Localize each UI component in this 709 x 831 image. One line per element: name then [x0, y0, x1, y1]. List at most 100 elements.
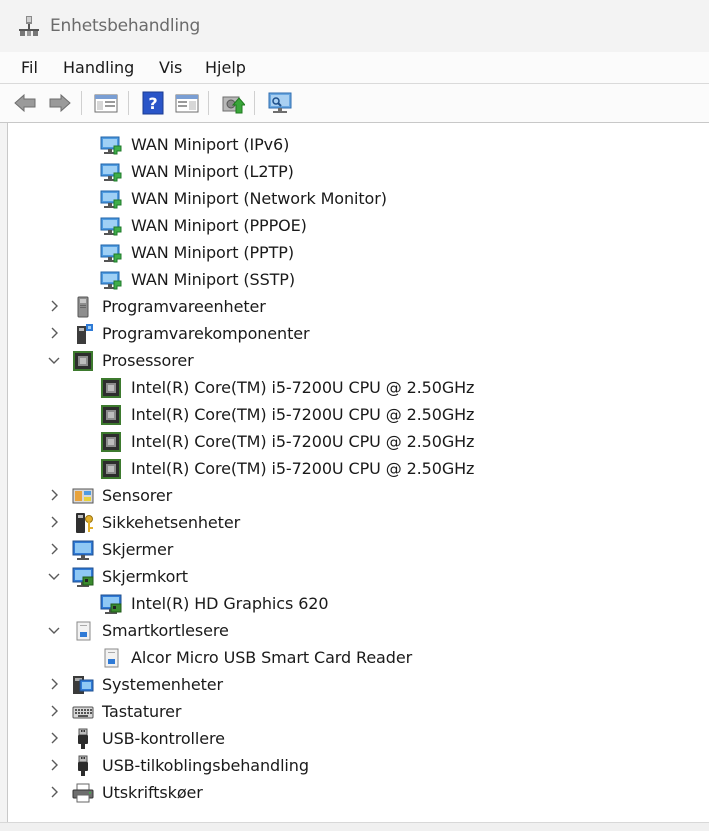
- show-hide-console-tree-button[interactable]: [92, 89, 120, 117]
- chevron-right-icon[interactable]: [46, 514, 62, 530]
- menu-bar: Fil Handling Vis Hjelp: [0, 52, 709, 84]
- toolbar-separator: [254, 91, 255, 115]
- tree-category-utskriftsk-er[interactable]: Utskriftskøer: [8, 779, 688, 806]
- tree-device-item[interactable]: WAN Miniport (PPPOE): [8, 212, 688, 239]
- properties-button[interactable]: [173, 89, 201, 117]
- toolbar: ?: [0, 84, 709, 123]
- usb-icon: [78, 755, 88, 776]
- display-adapter-icon: [72, 567, 94, 587]
- properties-icon: [175, 94, 199, 113]
- software-component-icon: [77, 324, 93, 344]
- tree-device-item[interactable]: Intel(R) Core(TM) i5-7200U CPU @ 2.50GHz: [8, 428, 688, 455]
- title-bar: Enhetsbehandling: [0, 0, 709, 52]
- menu-vis[interactable]: Vis: [159, 58, 182, 77]
- tree-item-label: WAN Miniport (L2TP): [131, 162, 294, 181]
- tree-item-label: Intel(R) Core(TM) i5-7200U CPU @ 2.50GHz: [131, 459, 475, 478]
- network-adapter-icon: [100, 136, 122, 155]
- monitor-icon: [72, 540, 94, 560]
- tree-item-label: USB-kontrollere: [102, 729, 225, 748]
- tree-category-prosessorer[interactable]: Prosessorer: [8, 347, 688, 374]
- network-adapter-icon: [100, 190, 122, 209]
- chevron-right-icon[interactable]: [46, 298, 62, 314]
- tree-category-usb-kontrollere[interactable]: USB-kontrollere: [8, 725, 688, 752]
- tree-category-sikkehetsenheter[interactable]: Sikkehetsenheter: [8, 509, 688, 536]
- tree-device-item[interactable]: WAN Miniport (L2TP): [8, 158, 688, 185]
- tree-item-label: WAN Miniport (IPv6): [131, 135, 290, 154]
- tree-item-label: WAN Miniport (PPTP): [131, 243, 294, 262]
- help-button[interactable]: ?: [139, 89, 167, 117]
- smart-card-reader-icon: [104, 648, 119, 668]
- chevron-right-icon[interactable]: [46, 784, 62, 800]
- tree-device-item[interactable]: Intel(R) HD Graphics 620: [8, 590, 688, 617]
- tree-item-label: USB-tilkoblingsbehandling: [102, 756, 309, 775]
- tree-device-item[interactable]: Intel(R) Core(TM) i5-7200U CPU @ 2.50GHz: [8, 455, 688, 482]
- toolbar-separator: [81, 91, 82, 115]
- chevron-right-icon[interactable]: [46, 325, 62, 341]
- chevron-right-icon[interactable]: [46, 541, 62, 557]
- tree-item-label: Sikkehetsenheter: [102, 513, 241, 532]
- update-driver-button[interactable]: [219, 89, 247, 117]
- tree-category-sensorer[interactable]: Sensorer: [8, 482, 688, 509]
- tree-item-label: Utskriftskøer: [102, 783, 203, 802]
- back-button[interactable]: [11, 89, 39, 117]
- window-title: Enhetsbehandling: [50, 16, 201, 36]
- tree-item-label: Skjermer: [102, 540, 174, 559]
- chevron-down-icon[interactable]: [46, 352, 62, 368]
- toolbar-separator: [208, 91, 209, 115]
- tree-item-label: Intel(R) Core(TM) i5-7200U CPU @ 2.50GHz: [131, 378, 475, 397]
- update-driver-icon: [222, 96, 245, 114]
- tree-item-label: Systemenheter: [102, 675, 224, 694]
- processor-icon: [101, 459, 121, 479]
- tree-category-programvarekomponenter[interactable]: Programvarekomponenter: [8, 320, 688, 347]
- software-device-icon: [77, 296, 89, 318]
- usb-icon: [78, 728, 88, 749]
- tree-category-programvareenheter[interactable]: Programvareenheter: [8, 293, 688, 320]
- tree-item-label: Smartkortlesere: [102, 621, 229, 640]
- network-adapter-icon: [100, 244, 122, 263]
- smart-card-reader-icon: [76, 621, 91, 641]
- scan-hardware-changes-button[interactable]: [266, 89, 294, 117]
- menu-fil[interactable]: Fil: [21, 58, 38, 77]
- device-tree[interactable]: WAN Miniport (IPv6) WAN Miniport (L2TP) WA…: [7, 123, 709, 822]
- sensor-icon: [72, 488, 94, 504]
- tree-category-skjermkort[interactable]: Skjermkort: [8, 563, 688, 590]
- tree-category-usb-tilkoblingsbehandling[interactable]: USB-tilkoblingsbehandling: [8, 752, 688, 779]
- back-arrow-icon: [14, 93, 36, 113]
- show-hide-console-tree-icon: [94, 94, 118, 113]
- tree-category-skjermer[interactable]: Skjermer: [8, 536, 688, 563]
- display-adapter-icon: [100, 594, 122, 614]
- tree-item-label: Programvarekomponenter: [102, 324, 310, 343]
- tree-category-tastaturer[interactable]: Tastaturer: [8, 698, 688, 725]
- tree-device-item[interactable]: Intel(R) Core(TM) i5-7200U CPU @ 2.50GHz: [8, 401, 688, 428]
- network-adapter-icon: [100, 163, 122, 182]
- tree-item-label: Skjermkort: [102, 567, 188, 586]
- tree-category-systemenheter[interactable]: Systemenheter: [8, 671, 688, 698]
- chevron-right-icon[interactable]: [46, 487, 62, 503]
- chevron-right-icon[interactable]: [46, 757, 62, 773]
- menu-handling[interactable]: Handling: [63, 58, 134, 77]
- tree-device-item[interactable]: WAN Miniport (SSTP): [8, 266, 688, 293]
- tree-category-smartkortlesere[interactable]: Smartkortlesere: [8, 617, 688, 644]
- chevron-right-icon[interactable]: [46, 676, 62, 692]
- tree-item-label: Programvareenheter: [102, 297, 266, 316]
- toolbar-separator: [128, 91, 129, 115]
- network-adapter-icon: [100, 271, 122, 290]
- system-device-icon: [73, 676, 94, 694]
- tree-item-label: WAN Miniport (SSTP): [131, 270, 295, 289]
- help-icon: ?: [142, 91, 164, 115]
- tree-device-item[interactable]: WAN Miniport (Network Monitor): [8, 185, 688, 212]
- tree-item-label: Tastaturer: [102, 702, 182, 721]
- chevron-down-icon[interactable]: [46, 622, 62, 638]
- tree-device-item[interactable]: Intel(R) Core(TM) i5-7200U CPU @ 2.50GHz: [8, 374, 688, 401]
- forward-button[interactable]: [46, 89, 74, 117]
- tree-item-label: Prosessorer: [102, 351, 194, 370]
- tree-device-item[interactable]: WAN Miniport (PPTP): [8, 239, 688, 266]
- tree-item-label: Sensorer: [102, 486, 173, 505]
- keyboard-icon: [72, 706, 94, 719]
- menu-hjelp[interactable]: Hjelp: [205, 58, 246, 77]
- chevron-down-icon[interactable]: [46, 568, 62, 584]
- tree-device-item[interactable]: Alcor Micro USB Smart Card Reader: [8, 644, 688, 671]
- tree-device-item[interactable]: WAN Miniport (IPv6): [8, 131, 688, 158]
- chevron-right-icon[interactable]: [46, 703, 62, 719]
- chevron-right-icon[interactable]: [46, 730, 62, 746]
